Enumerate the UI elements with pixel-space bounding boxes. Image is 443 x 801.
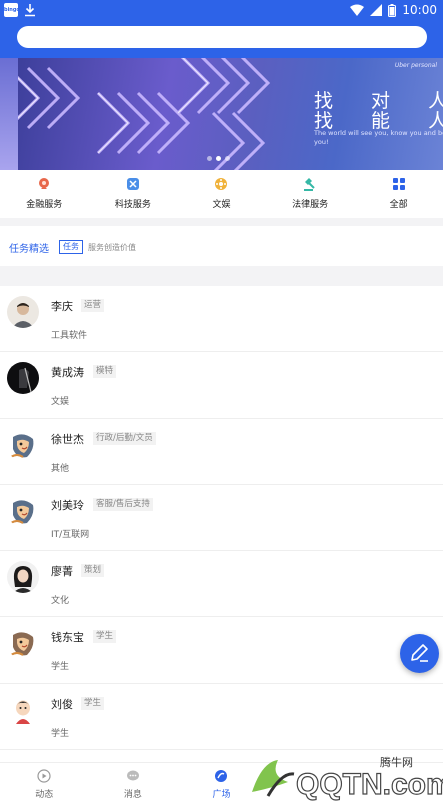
list-item[interactable]: 廖菁 策划 文化: [0, 551, 443, 618]
person-role-badge: 行政/后勤/文员: [93, 431, 156, 445]
banner-prev-peek: [0, 58, 18, 170]
person-name: 黄成涛: [51, 366, 84, 380]
avatar: [7, 627, 39, 660]
person-sector: IT/互联网: [51, 529, 90, 540]
edit-icon: [411, 644, 428, 662]
person-name: 廖菁: [51, 565, 73, 579]
list-item[interactable]: 徐世杰 行政/后勤/文员 其他: [0, 418, 443, 485]
person-name: 李庆: [51, 300, 73, 313]
watermark-text: 腾牛网: [380, 756, 413, 769]
list-item[interactable]: 李庆 运营 工具软件: [0, 286, 443, 353]
nav-label: 广场: [212, 790, 231, 800]
pagination-dot-active[interactable]: [216, 156, 221, 161]
list-item[interactable]: 钱东宝 学生 学生: [0, 617, 443, 684]
list-item[interactable]: 黄成涛 模特 文娱: [0, 352, 443, 419]
person-role-badge: 模特: [93, 365, 117, 379]
person-role-badge: 学生: [93, 630, 117, 644]
finance-icon: [39, 178, 50, 189]
banner-tagline: The world will see you, know you and be …: [314, 129, 443, 146]
category-label: 法律服务: [292, 200, 329, 210]
person-sector: 学生: [51, 662, 70, 673]
download-icon: [25, 4, 35, 17]
avatar: [7, 494, 39, 527]
person-sector: 学生: [51, 728, 70, 739]
category-tech[interactable]: 科技服务: [89, 170, 178, 218]
watermark-logo: QQTN.com: [252, 760, 443, 801]
category-row: 金融服务 科技服务 文娱 法律服务 全部: [0, 170, 443, 218]
category-all[interactable]: 全部: [354, 170, 443, 218]
clock: 10:00: [402, 3, 437, 17]
app-notification-icon: bingo: [4, 3, 20, 17]
status-bar: bingo 10:00: [0, 0, 443, 20]
compose-button[interactable]: [400, 634, 439, 673]
svg-text:QQTN.com: QQTN.com: [296, 768, 443, 801]
banner-tagline-top: Uber personal: [394, 62, 437, 69]
person-role-badge: 学生: [81, 696, 105, 710]
tech-icon: [126, 178, 139, 190]
grid-icon: [392, 178, 405, 190]
person-role-badge: 客服/售后支持: [93, 497, 153, 511]
person-role-badge: 策划: [81, 564, 105, 578]
section-divider: [0, 218, 443, 226]
nav-messages[interactable]: 消息: [89, 763, 178, 801]
section-divider: [0, 266, 443, 286]
category-entertainment[interactable]: 文娱: [177, 170, 266, 218]
avatar: [7, 362, 39, 395]
category-label: 科技服务: [114, 200, 151, 210]
person-name: 刘俊: [51, 697, 73, 711]
category-law[interactable]: 法律服务: [266, 170, 355, 218]
play-icon: [37, 769, 51, 783]
nav-label: 动态: [35, 790, 54, 800]
nav-label: 消息: [123, 790, 142, 800]
task-subtitle: 服务创造价值: [88, 243, 136, 252]
person-sector: 工具软件: [51, 331, 88, 341]
people-list: 李庆 运营 工具软件 黄成涛 模特 文娱 徐世杰 行政/后勤/文员 其他 刘美玲…: [0, 286, 443, 751]
person-sector: 文化: [51, 596, 70, 607]
person-role-badge: 运营: [81, 299, 105, 312]
entertainment-icon: [215, 178, 228, 190]
wifi-icon: [350, 4, 365, 16]
avatar: [7, 428, 39, 461]
battery-icon: [388, 3, 397, 17]
law-icon: [304, 178, 315, 191]
banner-pagination: [207, 156, 230, 161]
category-label: 金融服务: [26, 200, 63, 210]
person-name: 钱东宝: [51, 631, 84, 645]
person-sector: 文娱: [51, 397, 70, 408]
list-item[interactable]: 刘俊 学生 学生: [0, 683, 443, 751]
avatar: [7, 561, 39, 594]
plaza-icon: [215, 770, 228, 782]
task-tag: 任务: [59, 240, 83, 254]
chat-icon: [126, 770, 139, 781]
avatar: [7, 693, 39, 726]
person-name: 徐世杰: [51, 432, 84, 446]
task-section[interactable]: 任务精选 任务 服务创造价值: [0, 226, 443, 266]
task-section-title: 任务精选: [9, 244, 49, 255]
list-item[interactable]: 刘美玲 客服/售后支持 IT/互联网: [0, 484, 443, 552]
person-name: 刘美玲: [51, 498, 84, 512]
category-finance[interactable]: 金融服务: [0, 170, 89, 218]
app-header: bingo 10:00: [0, 0, 443, 58]
avatar: [7, 296, 39, 328]
promo-banner[interactable]: Uber personal 找 对 人 找 能 人 The world will…: [0, 58, 443, 170]
search-input[interactable]: [17, 26, 427, 48]
banner-slide: Uber personal 找 对 人 找 能 人 The world will…: [18, 58, 443, 170]
pagination-dot[interactable]: [225, 156, 230, 161]
pagination-dot[interactable]: [207, 156, 212, 161]
nav-dynamics[interactable]: 动态: [0, 763, 89, 801]
category-label: 全部: [389, 200, 408, 210]
category-label: 文娱: [212, 200, 231, 210]
person-sector: 其他: [51, 463, 70, 474]
signal-icon: [370, 4, 383, 16]
